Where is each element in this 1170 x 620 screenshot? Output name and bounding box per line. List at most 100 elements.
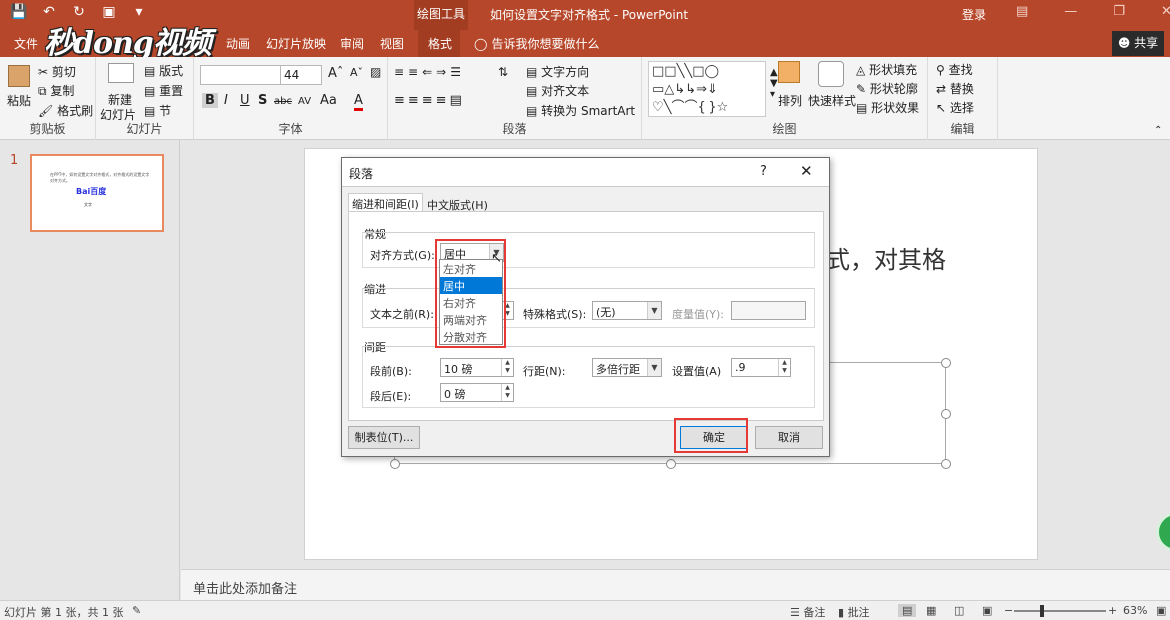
effects-icon: ▤ — [856, 101, 868, 115]
save-icon[interactable]: 💾 — [8, 4, 30, 20]
font-size-input[interactable]: 44 — [280, 65, 322, 85]
zoom-out-icon[interactable]: − — [1004, 604, 1013, 617]
resize-handle[interactable] — [390, 459, 400, 469]
zoom-slider[interactable] — [1014, 610, 1106, 612]
before-spacing-input[interactable]: 10 磅 ▲ ▼ — [440, 358, 514, 377]
login-link[interactable]: 登录 — [962, 6, 986, 23]
italic-button[interactable]: I — [224, 93, 228, 108]
select-label: 选择 — [949, 101, 974, 115]
close-dialog-button[interactable]: ✕ — [800, 162, 813, 180]
text-direction-button[interactable]: ▤ 文字方向 — [526, 63, 589, 80]
grow-font-icon[interactable]: Aˆ — [328, 66, 343, 81]
reset-button[interactable]: ▤ 重置 — [144, 82, 183, 99]
spinner-icon[interactable]: ▲ ▼ — [778, 359, 790, 376]
select-button[interactable]: ↖ 选择 — [936, 99, 974, 116]
cancel-button[interactable]: 取消 — [755, 426, 823, 449]
shadow-button[interactable]: S — [258, 93, 267, 108]
bold-button[interactable]: B — [202, 93, 218, 108]
spinner-icon[interactable]: ▲ ▼ — [501, 359, 513, 376]
font-name-input[interactable] — [200, 65, 282, 85]
section-button[interactable]: ▤ 节 — [144, 102, 171, 119]
measure-input — [731, 301, 806, 320]
copy-button[interactable]: ⧉ 复制 — [38, 82, 74, 99]
after-spacing-input[interactable]: 0 磅 ▲ ▼ — [440, 383, 514, 402]
layout-icon: ▤ — [144, 64, 156, 78]
person-icon: ☻ — [1117, 36, 1131, 50]
minimize-icon[interactable]: — — [1064, 4, 1077, 19]
shapes-gallery[interactable]: □□╲╲□◯ ▭△↳↳⇒⇓ ♡╲⌒⌒{ }☆ — [648, 61, 766, 117]
new-slide-icon — [108, 63, 134, 83]
line-spacing-label: 行距(N): — [523, 365, 566, 378]
align-buttons-icon[interactable]: ≡≡≡≡▤ — [394, 93, 465, 108]
shape-outline-button[interactable]: ✎ 形状轮廓 — [856, 80, 918, 97]
arrange-button[interactable]: 排列 — [778, 92, 802, 109]
resize-handle[interactable] — [941, 409, 951, 419]
close-icon[interactable]: ✕ — [1161, 4, 1170, 19]
measure-label: 度量值(Y): — [672, 308, 725, 321]
spell-check-icon[interactable]: ✎ — [132, 604, 141, 617]
shape-fill-button[interactable]: ◬ 形状填充 — [856, 61, 917, 78]
tell-me-box[interactable]: ◯ 告诉我你想要做什么 — [474, 35, 599, 52]
shape-effects-button[interactable]: ▤ 形状效果 — [856, 99, 919, 116]
tabs-button[interactable]: 制表位(T)... — [348, 426, 420, 449]
zoom-level[interactable]: 63% — [1123, 604, 1147, 617]
special-select[interactable]: (无) ▼ — [592, 301, 662, 320]
restore-icon[interactable]: ❐ — [1113, 4, 1125, 19]
shape-effects-label: 形状效果 — [871, 101, 920, 115]
paste-button[interactable]: 粘贴 — [7, 92, 31, 109]
quick-styles-button[interactable]: 快速样式 — [808, 92, 856, 109]
slideshow-view-icon[interactable]: ▣ — [982, 604, 992, 617]
char-spacing-button[interactable]: AV — [298, 96, 311, 107]
chevron-down-icon[interactable]: ▼ — [647, 302, 661, 319]
tab-review[interactable]: 审阅 — [340, 35, 364, 52]
reset-label: 重置 — [159, 84, 184, 98]
smartart-button[interactable]: ▤ 转换为 SmartArt — [526, 102, 635, 119]
cut-button[interactable]: ✂ 剪切 — [38, 63, 76, 80]
line-spacing-icon[interactable]: ⇅ — [498, 65, 508, 79]
setting-input[interactable]: .9 ▲ ▼ — [731, 358, 791, 377]
line-spacing-select[interactable]: 多倍行距 ▼ — [592, 358, 662, 377]
fit-slide-icon[interactable]: ▣ — [1156, 604, 1166, 617]
font-color-button[interactable]: A — [354, 93, 363, 111]
tab-view[interactable]: 视图 — [380, 35, 404, 52]
format-painter-button[interactable]: 🖌 格式刷 — [38, 102, 93, 119]
notes-pane[interactable]: 单击此处添加备注 — [181, 569, 1170, 600]
reading-view-icon[interactable]: ◫ — [954, 604, 964, 617]
list-bullets-icon[interactable]: ≡≡⇐⇒☰ — [394, 65, 465, 79]
strike-button[interactable]: abc — [274, 96, 292, 107]
zoom-in-icon[interactable]: + — [1108, 604, 1117, 617]
gallery-scroll-icon[interactable]: ▲ ▼ ▾ — [770, 67, 778, 100]
ribbon-display-icon[interactable]: ▤ — [1016, 4, 1028, 19]
chevron-down-icon[interactable]: ▼ — [647, 359, 661, 376]
help-button[interactable]: ? — [760, 164, 767, 179]
resize-handle[interactable] — [666, 459, 676, 469]
shrink-font-icon[interactable]: Aˇ — [350, 66, 363, 79]
layout-button[interactable]: ▤ 版式 — [144, 62, 183, 79]
alignment-label: 对齐方式(G): — [370, 249, 435, 262]
comments-toggle[interactable]: ▮ 批注 — [838, 604, 870, 620]
align-text-button[interactable]: ▤ 对齐文本 — [526, 82, 589, 99]
tab-animation[interactable]: 动画 — [226, 35, 250, 52]
tab-slideshow[interactable]: 幻灯片放映 — [266, 35, 326, 52]
slide-title-text[interactable]: 式，对其格 — [826, 240, 946, 275]
spinner-icon[interactable]: ▲ ▼ — [501, 384, 513, 401]
resize-handle[interactable] — [941, 358, 951, 368]
clear-format-icon[interactable]: ▨ — [370, 65, 381, 79]
slide-sorter-icon[interactable]: ▦ — [926, 604, 936, 617]
notes-toggle[interactable]: ☰ 备注 — [790, 604, 825, 620]
underline-button[interactable]: U — [240, 93, 250, 108]
resize-handle[interactable] — [941, 459, 951, 469]
setting-value: .9 — [735, 361, 746, 374]
normal-view-icon[interactable]: ▤ — [898, 604, 917, 617]
replace-button[interactable]: ⇄ 替换 — [936, 80, 974, 97]
find-button[interactable]: ⚲ 查找 — [936, 61, 973, 78]
collapse-ribbon-icon[interactable]: ⌃ — [1154, 125, 1162, 136]
copy-label: 复制 — [50, 84, 75, 98]
share-button[interactable]: ☻ 共享 — [1112, 31, 1164, 56]
slide-thumbnail[interactable]: 在PPT中，如何设置文字对齐格式，对齐格式的设置文字对齐方式。 Bai百度 文字 — [30, 154, 164, 232]
tab-indent-spacing[interactable]: 缩进和间距(I) — [348, 193, 423, 212]
zoom-slider-thumb[interactable] — [1040, 605, 1044, 617]
change-case-button[interactable]: Aa — [320, 93, 337, 108]
tab-format[interactable]: 格式 — [428, 35, 452, 52]
tab-file[interactable]: 文件 — [14, 35, 38, 52]
